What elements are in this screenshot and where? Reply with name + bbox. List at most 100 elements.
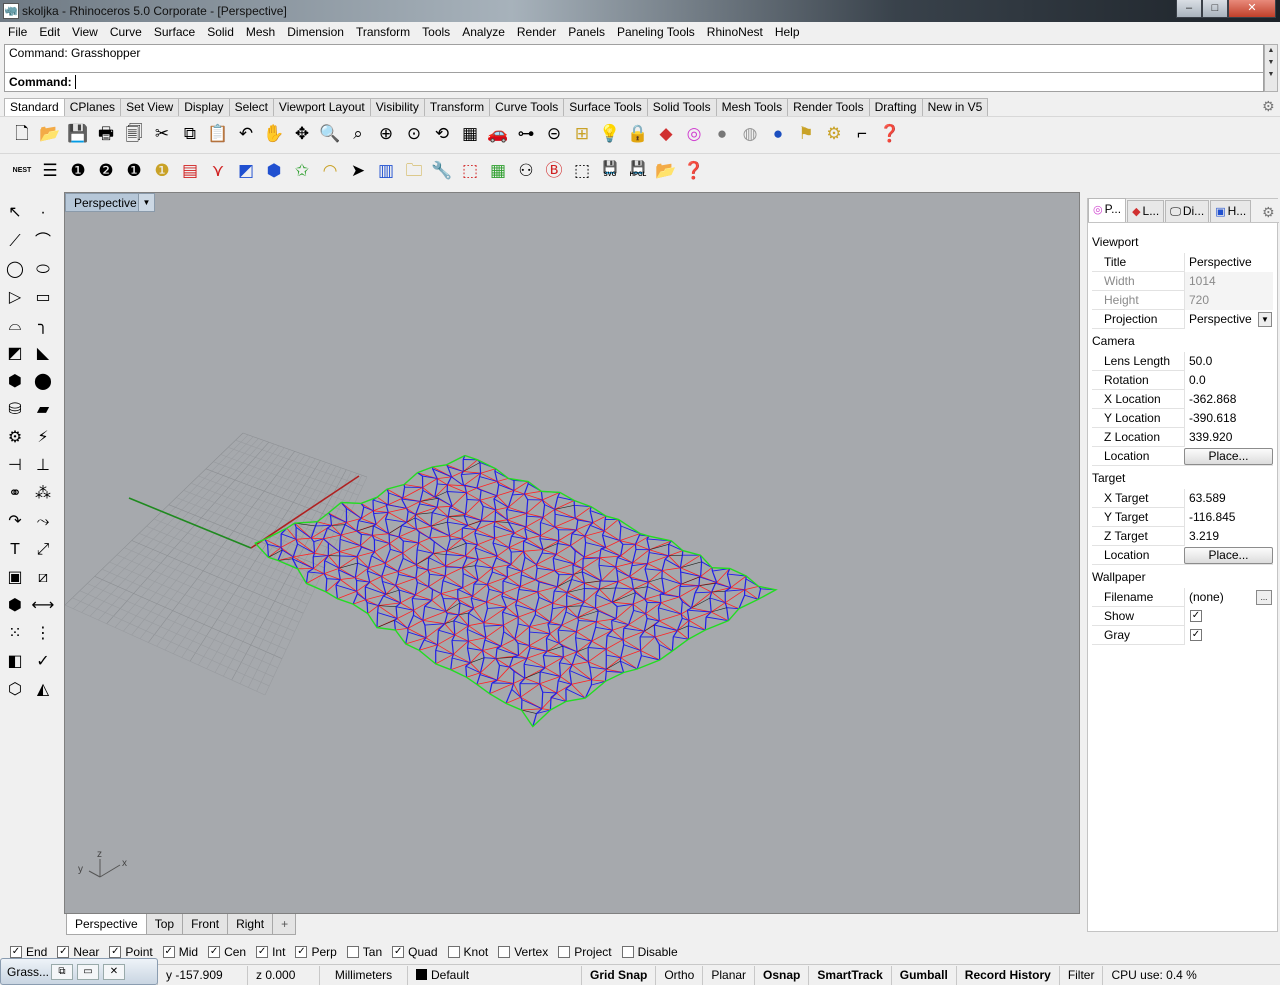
osnap-checkbox[interactable]: ✓ [109,946,122,958]
osnap-checkbox[interactable] [498,946,511,958]
options-icon[interactable]: ⚙ [820,120,848,148]
show-checkbox[interactable]: ✓ [1190,610,1202,622]
save-svg-icon[interactable]: 💾 SVG [596,157,624,185]
maximize-icon[interactable]: ▭ [77,963,99,980]
scale-icon[interactable]: ⤢ [30,537,56,563]
tab-properties[interactable]: ◎ P... [1088,198,1127,222]
sweep-icon[interactable]: ◣ [30,341,56,367]
open-file-icon[interactable]: 📂 [36,120,64,148]
osnap-checkbox[interactable] [621,946,634,958]
menu-surface[interactable]: Surface [148,22,201,42]
menu-solid[interactable]: Solid [201,22,240,42]
minimize-button[interactable]: – [1176,0,1202,18]
osnap-knot[interactable]: Knot [447,945,488,959]
tab-help[interactable]: ▣ H... [1210,200,1252,222]
cylinder-icon[interactable]: ⛁ [2,397,28,423]
x-target-field[interactable]: 63.589 [1184,489,1273,508]
viewport-title-label[interactable]: Perspective [66,196,138,210]
lens-length-field[interactable]: 50.0 [1184,352,1273,371]
osnap-checkbox[interactable]: ✓ [10,946,22,958]
trim-icon[interactable]: ⊣ [2,453,28,479]
step-yellow-icon[interactable]: ❶ [148,157,176,185]
menu-view[interactable]: View [66,22,104,42]
snap-points-icon[interactable]: ⋮ [30,621,56,647]
menu-dimension[interactable]: Dimension [281,22,350,42]
osnap-checkbox[interactable] [346,946,359,958]
curve-edit-icon[interactable]: ⤳ [30,509,56,535]
menu-curve[interactable]: Curve [104,22,148,42]
maximize-button[interactable]: □ [1202,0,1228,18]
select-filter-icon[interactable]: ⊶ [512,120,540,148]
gray-checkbox[interactable]: ✓ [1190,629,1202,641]
properties-icon[interactable]: 🗐 [120,120,148,148]
grid-icon[interactable]: ▦ [484,157,512,185]
menu-mesh[interactable]: Mesh [240,22,281,42]
rendered-sphere-icon[interactable]: ◍ [736,120,764,148]
color-wheel-icon[interactable]: ◎ [680,120,708,148]
array-icon[interactable]: ▣ [2,565,28,591]
undo-view-icon[interactable]: ⟲ [428,120,456,148]
fillet-icon[interactable]: ╮ [30,313,56,339]
copy-icon[interactable]: ⧉ [176,120,204,148]
lock-icon[interactable]: 🔒 [624,120,652,148]
tab-render-tools[interactable]: Render Tools [787,98,870,116]
layer-icon[interactable]: ◆ [652,120,680,148]
tab-standard[interactable]: Standard [4,98,65,116]
tab-right[interactable]: Right [227,914,274,935]
gear-settings-icon[interactable]: ⚙ [2,425,28,451]
rotate-view-icon[interactable]: ✥ [288,120,316,148]
boolean-icon[interactable]: ⚭ [2,481,28,507]
scroll-down-icon[interactable]: ▼ [1265,57,1277,68]
menu-tools[interactable]: Tools [416,22,456,42]
step-one-icon[interactable]: ❷ [92,157,120,185]
dimension-icon[interactable]: ⌐ [848,120,876,148]
tab-front[interactable]: Front [182,914,229,935]
status-units[interactable]: Millimeters [320,965,408,985]
frame-icon[interactable]: ⬚ [568,157,596,185]
viewport-scene[interactable] [65,193,1080,914]
analyze-icon[interactable]: ◧ [2,649,28,675]
dimension-linear-icon[interactable]: ⟷ [30,593,56,619]
spheres-icon[interactable]: ⬤ [30,369,56,395]
box-icon[interactable]: ⬢ [260,157,288,185]
planar-toggle[interactable]: Planar [703,965,756,985]
step-one-two-icon[interactable]: ❶ [64,157,92,185]
status-layer[interactable]: Default [408,965,582,985]
z-location-field[interactable]: 339.920 [1184,428,1273,447]
paste-icon[interactable]: 📋 [204,120,232,148]
tab-display-panel[interactable]: 🖵 Di... [1165,200,1210,222]
chevron-down-icon[interactable]: ▼ [1258,312,1272,327]
fold-icon[interactable]: ⋎ [204,157,232,185]
box-solid-icon[interactable]: ⬢ [2,369,28,395]
wrench-icon[interactable]: 🔧 [428,157,456,185]
circle-icon[interactable]: ◯ [2,257,28,283]
tab-top[interactable]: Top [145,914,184,935]
menu-paneling-tools[interactable]: Paneling Tools [611,22,701,42]
menu-help[interactable]: Help [769,22,806,42]
osnap-tan[interactable]: Tan [346,945,382,959]
menu-rhinonest[interactable]: RhinoNest [701,22,769,42]
open-folder-icon[interactable]: 📂 [652,157,680,185]
sheet-icon[interactable]: ▤ [176,157,204,185]
perspective-viewport[interactable]: Perspective ▼ x y z [64,192,1080,914]
four-viewports-icon[interactable]: ▦ [456,120,484,148]
tab-drafting[interactable]: Drafting [868,98,923,116]
light-icon[interactable]: 💡 [596,120,624,148]
osnap-cen[interactable]: ✓ Cen [208,945,246,959]
z-target-field[interactable]: 3.219 [1184,527,1273,546]
nest-help-icon[interactable]: ❓ [680,157,708,185]
brand-b-icon[interactable]: Ⓑ [540,157,568,185]
zoom-extents-icon[interactable]: ⊕ [372,120,400,148]
scroll-expand-icon[interactable]: ▼ [1265,69,1277,80]
select-arrow-icon[interactable]: ↖ [2,200,28,226]
command-line[interactable]: Command: [4,72,1264,92]
rotation-field[interactable]: 0.0 [1184,371,1273,390]
split-icon[interactable]: ⊥ [30,453,56,479]
tab-display[interactable]: Display [178,98,230,116]
record-history-toggle[interactable]: Record History [957,965,1060,985]
car-icon[interactable]: 🚗 [484,120,512,148]
gumball-toggle[interactable]: Gumball [892,965,957,985]
menu-panels[interactable]: Panels [562,22,611,42]
command-scrollbar[interactable]: ▲ ▼ ▼ [1264,44,1278,92]
star-icon[interactable]: ✩ [288,157,316,185]
